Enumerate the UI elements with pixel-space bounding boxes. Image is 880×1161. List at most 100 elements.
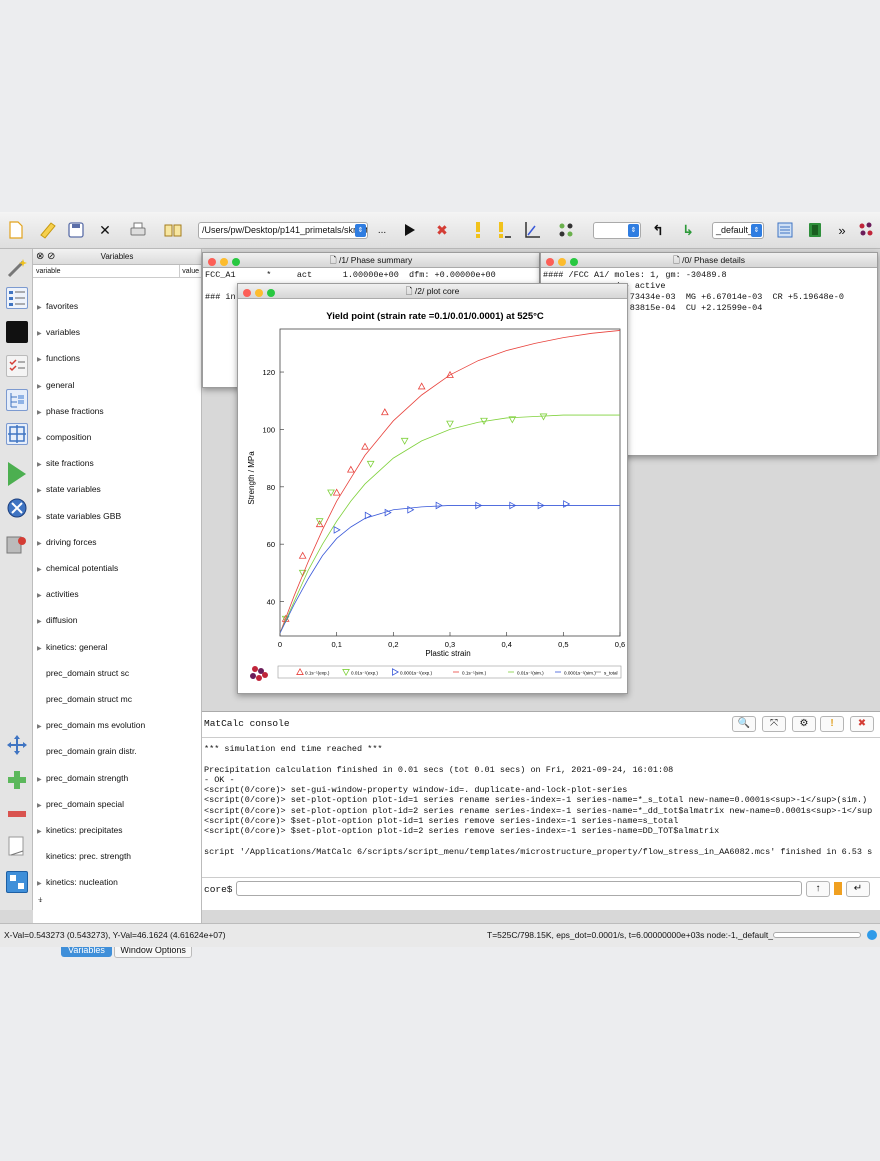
export-icon[interactable] [6, 835, 28, 857]
variable-group-item[interactable]: ▶ composition [37, 432, 91, 442]
column-variable[interactable]: variable [36, 265, 61, 278]
pin-icon[interactable]: ⍖ [37, 894, 44, 907]
book-icon[interactable] [163, 220, 183, 240]
expand-arrow-icon[interactable]: ▶ [37, 383, 46, 390]
search-icon[interactable]: 🔍 [732, 716, 756, 732]
open-file-icon[interactable] [38, 220, 58, 240]
step-icon[interactable] [468, 220, 488, 240]
history-up-icon[interactable]: ↑ [806, 881, 830, 897]
more-paths-button[interactable]: ... [372, 220, 392, 240]
variable-group-item[interactable]: ▶ functions [37, 353, 80, 363]
add-icon[interactable] [6, 769, 28, 791]
maximize-window-dot[interactable] [570, 258, 578, 266]
variable-group-item[interactable]: ▶ kinetics: general [37, 642, 107, 652]
variable-group-item[interactable]: ▶ state variables [37, 484, 101, 494]
expand-arrow-icon[interactable]: ▶ [37, 514, 46, 521]
matcalc-logo-icon[interactable] [856, 220, 876, 240]
save-icon[interactable] [66, 220, 86, 240]
step-over-icon[interactable] [494, 220, 514, 240]
close-panel-icon[interactable]: ⊗ [36, 249, 44, 265]
history-list-icon[interactable] [834, 882, 842, 895]
redo-icon[interactable]: ↳ [678, 220, 698, 240]
expand-arrow-icon[interactable]: ▶ [37, 435, 46, 442]
variable-group-item[interactable]: ▶ variables [37, 327, 80, 337]
buffer-select[interactable]: _default_ ⇕ [712, 222, 764, 239]
remove-icon[interactable] [6, 803, 28, 825]
expand-arrow-icon[interactable]: ▶ [37, 409, 46, 416]
expand-arrow-icon[interactable]: ▶ [37, 330, 46, 337]
checklist-icon[interactable] [6, 355, 28, 377]
expand-arrow-icon[interactable]: ▶ [37, 828, 46, 835]
expand-arrow-icon[interactable]: ▶ [37, 802, 46, 809]
cancel-icon[interactable] [6, 497, 28, 519]
variable-group-item[interactable]: ▶ favorites [37, 301, 78, 311]
expand-arrow-icon[interactable]: ▶ [37, 723, 46, 730]
expand-arrow-icon[interactable]: ▶ [37, 540, 46, 547]
tree-view-icon[interactable] [6, 389, 28, 411]
clear-console-icon[interactable]: ✖ [850, 716, 874, 732]
move-icon[interactable] [6, 734, 28, 756]
close-window-dot[interactable] [208, 258, 216, 266]
expand-arrow-icon[interactable]: ▶ [37, 880, 46, 887]
variable-group-item[interactable]: prec_domain grain distr. [37, 746, 137, 756]
grid-layout-icon[interactable] [6, 423, 28, 445]
plot-core-titlebar[interactable]: 🗋 /2/ plot core [238, 284, 627, 299]
run-script-icon[interactable] [400, 220, 420, 240]
maximize-window-dot[interactable] [232, 258, 240, 266]
grid-icon[interactable] [556, 220, 576, 240]
phase-summary-titlebar[interactable]: 🗋 /1/ Phase summary [203, 253, 539, 268]
settings-icon[interactable]: ⚙ [792, 716, 816, 732]
variable-group-item[interactable]: ▶ activities [37, 589, 79, 599]
list-view-icon[interactable] [6, 287, 28, 309]
list-icon[interactable] [775, 220, 795, 240]
minimize-window-dot[interactable] [255, 289, 263, 297]
script-path-select[interactable]: /Users/pw/Desktop/p141_primetals/skrypt … [198, 222, 368, 239]
close-document-icon[interactable]: ✕ [95, 220, 115, 240]
variable-group-item[interactable]: ▶ kinetics: precipitates [37, 825, 123, 835]
stop-script-icon[interactable]: ✖ [432, 220, 452, 240]
expand-arrow-icon[interactable]: ▶ [37, 618, 46, 625]
expand-arrow-icon[interactable]: ▶ [37, 566, 46, 573]
variable-group-item[interactable]: ▶ prec_domain ms evolution [37, 720, 145, 730]
phase-details-titlebar[interactable]: 🗋 /0/ Phase details [541, 253, 877, 268]
yield-point-chart[interactable]: Yield point (strain rate =0.1/0.01/0.000… [238, 299, 627, 693]
disk-tools-icon[interactable] [6, 533, 28, 555]
float-panel-icon[interactable]: ⊘ [47, 249, 55, 265]
variable-group-item[interactable]: ▶ phase fractions [37, 406, 104, 416]
variable-group-item[interactable]: kinetics: prec. strength [37, 851, 131, 861]
database-icon[interactable] [805, 220, 825, 240]
variable-group-item[interactable]: ▶ chemical potentials [37, 563, 118, 573]
variable-group-item[interactable]: prec_domain struct mc [37, 694, 132, 704]
variable-group-item[interactable]: prec_domain struct sc [37, 668, 129, 678]
variable-group-item[interactable]: ▶ prec_domain special [37, 799, 124, 809]
layout-switch-icon[interactable] [6, 871, 28, 893]
axis-icon[interactable] [522, 220, 542, 240]
warning-icon[interactable]: ! [820, 716, 844, 732]
variable-group-item[interactable]: ▶ kinetics: nucleation [37, 877, 118, 887]
maximize-window-dot[interactable] [267, 289, 275, 297]
workspace-select[interactable]: ⇕ [593, 222, 641, 239]
terminal-icon[interactable] [6, 321, 28, 343]
variable-group-item[interactable]: ▶ state variables GBB [37, 511, 121, 521]
enter-command-icon[interactable]: ↵ [846, 881, 870, 897]
variable-group-item[interactable]: ▶ site fractions [37, 458, 94, 468]
expand-arrow-icon[interactable]: ▶ [37, 461, 46, 468]
expand-arrow-icon[interactable]: ▶ [37, 487, 46, 494]
expand-arrow-icon[interactable]: ▶ [37, 356, 46, 363]
minimize-window-dot[interactable] [558, 258, 566, 266]
close-window-dot[interactable] [243, 289, 251, 297]
column-value[interactable]: value [179, 265, 199, 278]
undo-icon[interactable]: ↰ [648, 220, 668, 240]
variable-group-item[interactable]: ▶ diffusion [37, 615, 78, 625]
variable-group-item[interactable]: ▶ driving forces [37, 537, 97, 547]
variable-group-item[interactable]: ▶ prec_domain strength [37, 773, 128, 783]
variable-group-item[interactable]: ▶ general [37, 380, 74, 390]
wand-icon[interactable] [6, 257, 28, 279]
expand-arrow-icon[interactable]: ▶ [37, 592, 46, 599]
more-tools-button[interactable]: » [832, 220, 852, 240]
expand-arrow-icon[interactable]: ▶ [37, 776, 46, 783]
expand-arrow-icon[interactable]: ▶ [37, 304, 46, 311]
console-command-input[interactable] [236, 881, 802, 896]
play-icon[interactable] [6, 461, 28, 486]
new-file-icon[interactable] [6, 220, 26, 240]
